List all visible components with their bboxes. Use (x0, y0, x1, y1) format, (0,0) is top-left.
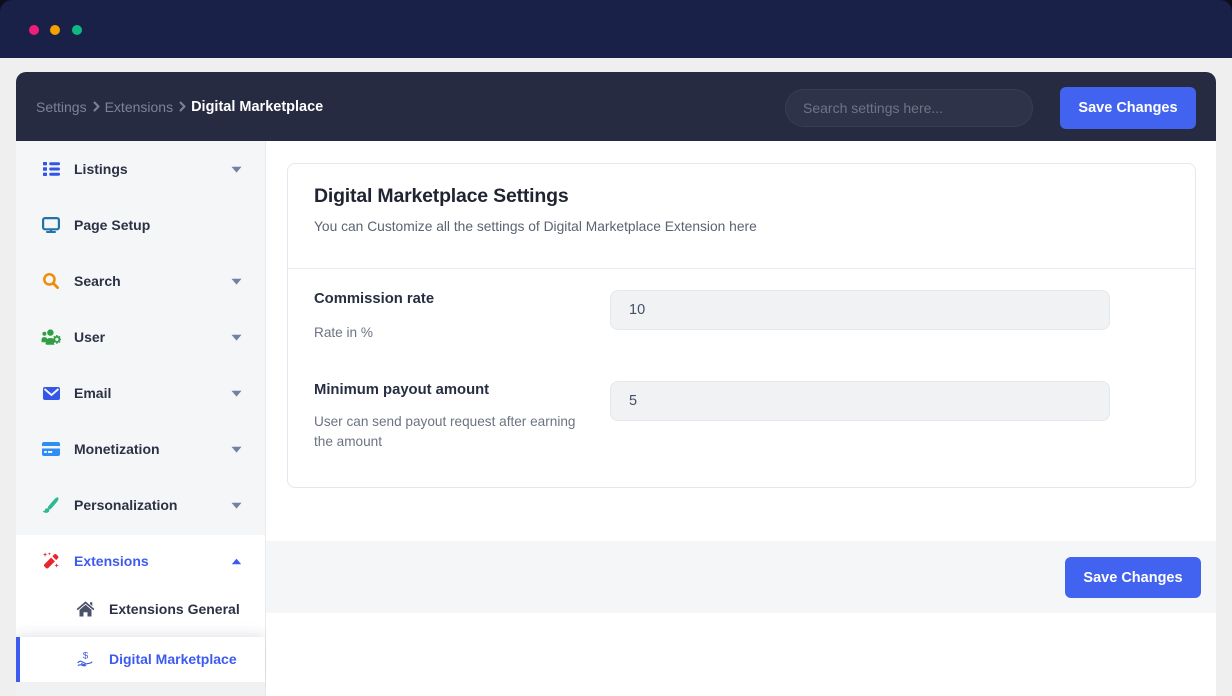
svg-text:$: $ (83, 650, 89, 661)
